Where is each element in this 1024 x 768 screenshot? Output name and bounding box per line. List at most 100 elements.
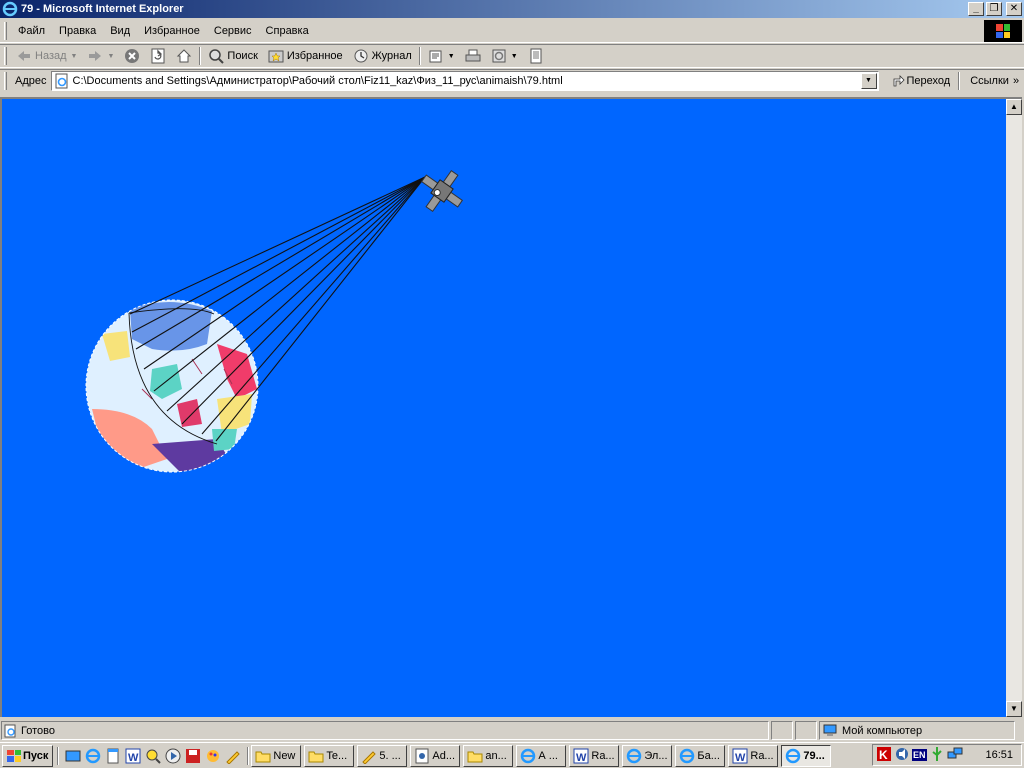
discuss-button[interactable] (523, 45, 549, 67)
vertical-scrollbar[interactable]: ▲ ▼ (1006, 97, 1022, 717)
minimize-button[interactable]: _ (968, 2, 984, 16)
task-button[interactable]: Ad... (410, 744, 461, 767)
status-cell (795, 721, 817, 740)
menu-view[interactable]: Вид (103, 25, 137, 37)
menu-file[interactable]: Файл (11, 25, 52, 37)
usb-icon[interactable] (929, 746, 945, 765)
sound-icon[interactable] (894, 746, 910, 765)
toolbar-grip[interactable] (4, 47, 7, 65)
tool-icon[interactable] (225, 748, 241, 764)
history-icon (354, 49, 368, 63)
mail-button[interactable]: ▼ (423, 45, 460, 67)
paint-icon[interactable] (205, 748, 221, 764)
maximize-button[interactable]: ❐ (986, 2, 1002, 16)
menu-help[interactable]: Справка (259, 25, 316, 37)
address-input[interactable] (72, 75, 861, 87)
links-button[interactable]: Ссылки » (970, 75, 1019, 87)
refresh-button[interactable] (145, 45, 171, 67)
chevron-down-icon[interactable]: ▼ (448, 53, 455, 60)
stop-button[interactable] (119, 45, 145, 67)
history-button[interactable]: Журнал (348, 45, 417, 67)
windows-flag-icon (996, 24, 1010, 38)
ie-icon (785, 748, 801, 764)
folder-icon (308, 748, 324, 764)
notepad-icon[interactable] (105, 748, 121, 764)
ie-icon (520, 748, 536, 764)
status-bar: Готово Мой компьютер (0, 720, 1024, 741)
language-indicator[interactable]: EN (912, 749, 927, 761)
media-player-icon[interactable] (165, 748, 181, 764)
address-dropdown-button[interactable]: ▼ (860, 73, 877, 89)
menu-favorites[interactable]: Избранное (137, 25, 207, 37)
status-main: Готово (1, 721, 769, 740)
close-button[interactable]: ✕ (1006, 2, 1022, 16)
svg-text:W: W (735, 752, 746, 764)
home-button[interactable] (171, 45, 197, 67)
search-label: Поиск (227, 50, 258, 62)
network-icon[interactable] (947, 746, 963, 765)
forward-button[interactable]: ▼ (82, 45, 119, 67)
favorites-icon (268, 50, 284, 63)
antivirus-icon[interactable]: K (876, 746, 892, 765)
zone-label: Мой компьютер (842, 724, 923, 737)
task-button[interactable]: 5. ... (357, 744, 408, 767)
ie-icon[interactable] (85, 748, 101, 764)
task-label: Ad... (432, 749, 455, 762)
chevron-down-icon[interactable]: ▼ (71, 53, 78, 60)
task-button-active[interactable]: 79... (781, 744, 832, 767)
computer-icon (823, 724, 837, 736)
toolbar-separator (199, 47, 202, 65)
status-cell (771, 721, 793, 740)
toolbar-grip[interactable] (4, 21, 7, 40)
title-bar[interactable]: 79 - Microsoft Internet Explorer _ ❐ ✕ (0, 0, 1024, 18)
task-button[interactable]: an... (463, 744, 514, 767)
task-label: Эл... (644, 749, 668, 762)
chevron-down-icon[interactable]: ▼ (511, 53, 518, 60)
edit-button[interactable]: ▼ (486, 45, 523, 67)
scroll-up-button[interactable]: ▲ (1006, 99, 1022, 115)
page-content (0, 97, 1006, 717)
back-button[interactable]: Назад ▼ (11, 45, 82, 67)
ie-icon (679, 748, 695, 764)
ie-icon (2, 1, 18, 17)
edit-page-icon (492, 49, 506, 63)
task-buttons: New Te... 5. ... Ad... an... А ... W Ra..… (251, 744, 832, 767)
task-button[interactable]: W Ra... (569, 744, 620, 767)
task-button[interactable]: Te... (304, 744, 355, 767)
word-icon: W (732, 748, 748, 764)
back-arrow-icon (18, 51, 30, 61)
favorites-button[interactable]: Избранное (263, 45, 348, 67)
task-button[interactable]: А ... (516, 744, 567, 767)
search-button[interactable]: Поиск (203, 45, 262, 67)
print-button[interactable] (460, 45, 486, 67)
save-icon[interactable] (185, 748, 201, 764)
animation-canvas (85, 169, 464, 473)
word-icon[interactable]: W (125, 748, 141, 764)
task-button[interactable]: Ба... (675, 744, 726, 767)
menu-bar: Файл Правка Вид Избранное Сервис Справка (0, 19, 1024, 43)
clock[interactable]: 16:51 (985, 749, 1013, 761)
task-button[interactable]: W Ra... (728, 744, 779, 767)
word-icon: W (573, 748, 589, 764)
toolbar-separator (418, 47, 421, 65)
show-desktop-icon[interactable] (65, 748, 81, 764)
address-field[interactable]: ▼ (50, 71, 879, 91)
address-bar: Адрес ▼ Переход Ссылки » (0, 69, 1024, 92)
system-tray: K EN 16:51 (872, 744, 1022, 766)
start-button[interactable]: Пуск (2, 744, 54, 767)
acrobat-icon (414, 748, 430, 764)
task-label: 5. ... (379, 749, 401, 762)
scroll-down-button[interactable]: ▼ (1006, 701, 1022, 717)
folder-icon (467, 748, 483, 764)
menu-tools[interactable]: Сервис (207, 25, 259, 37)
toolbar-separator (958, 72, 961, 90)
toolbar-grip[interactable] (4, 72, 7, 90)
go-label: Переход (906, 75, 951, 87)
menu-edit[interactable]: Правка (52, 25, 103, 37)
chevron-down-icon[interactable]: ▼ (107, 53, 114, 60)
go-button[interactable]: Переход (885, 74, 957, 88)
task-button[interactable]: Эл... (622, 744, 673, 767)
task-label: Te... (326, 749, 348, 762)
search-icon[interactable] (145, 748, 162, 764)
task-button[interactable]: New (251, 744, 302, 767)
